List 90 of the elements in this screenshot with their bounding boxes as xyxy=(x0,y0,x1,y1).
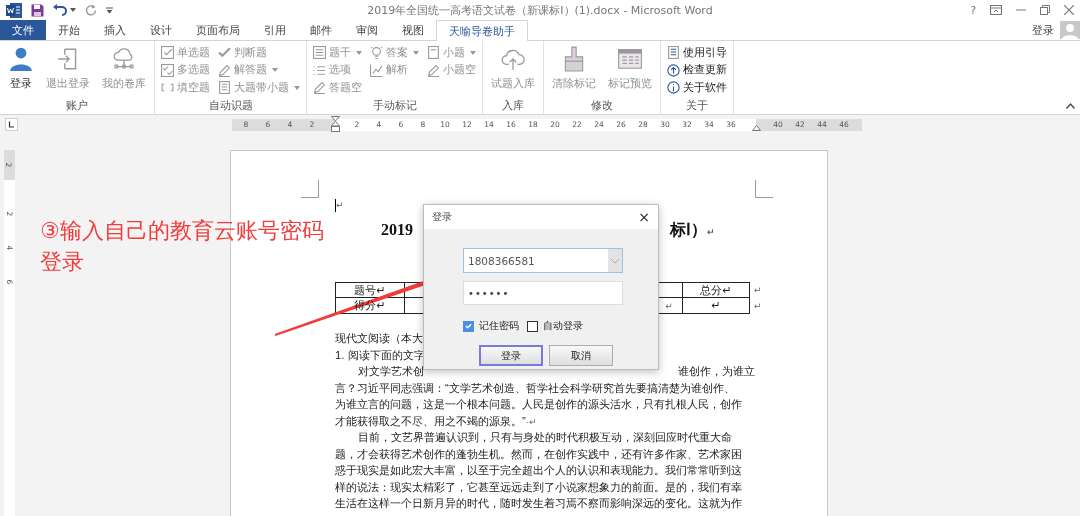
text-line: 样的说法：现实太精彩了，它甚至远远走到了小说家想象力的前面。是的，我们有幸 xyxy=(335,480,742,493)
paragraph-mark: ↵ xyxy=(707,226,715,237)
annotation-text: ③输入自己的教育云账号密码登录 xyxy=(40,217,325,276)
group-label: 账户 xyxy=(65,99,89,113)
paragraph-mark: ↵ xyxy=(754,285,762,295)
list-icon xyxy=(313,63,326,77)
ribbon-button[interactable]: 使用引导 xyxy=(667,44,727,62)
group-label: 手动标记 xyxy=(371,99,418,113)
sign-in-link[interactable]: 登录 xyxy=(1026,20,1060,40)
cloud-icon xyxy=(111,46,137,72)
text-line: 为谁立言的问题，这是一个根本问题。人民是创作的源头活水，只有扎根人民，创作 xyxy=(335,398,742,410)
table-icon xyxy=(617,46,643,72)
checkbox-label: 自动登录 xyxy=(543,319,583,333)
corner-mark xyxy=(301,180,319,198)
save-icon[interactable] xyxy=(31,3,44,17)
text-line: 才能获得取之不尽、用之不竭的源泉。” xyxy=(335,414,526,427)
close-button[interactable]: × xyxy=(638,209,650,225)
up-arrow-circle-icon xyxy=(667,63,680,77)
check-icon xyxy=(218,46,231,60)
help-button[interactable]: ? xyxy=(970,3,976,17)
corner-mark xyxy=(755,180,773,198)
list-icon xyxy=(313,46,326,60)
ribbon-button[interactable]: 关于软件 xyxy=(667,79,727,97)
checkbox-icon xyxy=(161,46,174,60)
ribbon-tab[interactable]: 审阅 xyxy=(344,20,390,40)
lightbulb-icon xyxy=(370,46,383,60)
collapse-ribbon-icon[interactable] xyxy=(1066,103,1075,109)
paragraph-mark: ↵ xyxy=(336,200,344,210)
ribbon-tab[interactable]: 开始 xyxy=(46,20,92,40)
pencil-icon xyxy=(427,63,440,77)
checkboxes-icon xyxy=(161,63,174,77)
title-fragment: 标Ⅰ） xyxy=(670,220,707,238)
ribbon-tab[interactable]: 插入 xyxy=(92,20,138,40)
text-line: 生活在这样一个日新月异的时代，随时发生着习焉不察而影响深远的变化。这就为作 xyxy=(335,497,742,509)
ribbon-tab[interactable]: 页面布局 xyxy=(184,20,252,40)
chart-icon xyxy=(370,63,383,77)
info-icon xyxy=(667,81,680,95)
text-line: 目前，文艺界普遍认识到，只有与身处的时代积极互动，深刻回应时代重大命 xyxy=(357,431,732,443)
dialog-button[interactable]: 登录 xyxy=(479,345,543,366)
window-title: 2019年全国统一高考语文试卷（新课标Ⅰ）(1).docx - Microsoft Word xyxy=(366,2,714,18)
table-cell: 总分↵ xyxy=(700,282,732,298)
ribbon-tab[interactable]: 文件 xyxy=(0,20,46,40)
paragraph-mark: ·↵ xyxy=(525,416,537,427)
text-cursor xyxy=(335,198,336,212)
paragraph-mark: ↵ xyxy=(754,301,762,311)
ribbon-button[interactable]: 登录 xyxy=(6,43,36,91)
undo-icon[interactable] xyxy=(53,4,67,16)
group-label: 关于 xyxy=(685,99,709,113)
redo-icon[interactable] xyxy=(85,4,97,16)
text-line: 惑于现实是如此宏大丰富，以至于完全超出个人的认识和表现能力。我们常常听到这 xyxy=(335,464,742,476)
account-combo-box[interactable]: 1808366581 xyxy=(463,248,623,273)
title-fragment: 2019 xyxy=(381,221,413,239)
text-line: 对文学艺术创 xyxy=(357,365,424,377)
tab-stop-icon[interactable] xyxy=(5,118,18,131)
table-cell: ↵ xyxy=(711,299,721,312)
pencil-icon xyxy=(218,63,231,77)
ribbon-tab[interactable]: 邮件 xyxy=(298,20,344,40)
document-icon xyxy=(667,46,680,60)
ribbon-tab[interactable]: 引用 xyxy=(252,20,298,40)
group-label: 自动识题 xyxy=(207,99,254,113)
page-icon xyxy=(427,46,440,60)
table-cell: ↵ xyxy=(665,300,673,311)
text-line: 言？习近平同志强调：“文学艺术创造、哲学社会科学研究首先要搞清楚为谁创作、 xyxy=(335,381,735,394)
ribbon-tab[interactable]: 天喻导卷助手 xyxy=(436,20,528,41)
customize-icon[interactable] xyxy=(106,6,113,14)
word-logo-icon[interactable] xyxy=(6,2,22,18)
restore-icon[interactable] xyxy=(1040,5,1050,15)
ribbon-display-icon[interactable] xyxy=(990,5,1002,15)
indent-marker-icon[interactable] xyxy=(752,124,761,131)
ribbon-tab[interactable]: 设计 xyxy=(138,20,184,40)
group-label: 修改 xyxy=(590,99,614,113)
checkbox[interactable] xyxy=(463,320,474,332)
table-cell: 题号↵ xyxy=(354,282,386,298)
dialog-button[interactable]: 取消 xyxy=(549,345,613,366)
user-icon xyxy=(8,46,34,72)
document-icon xyxy=(218,81,231,95)
dialog-title: 登录 xyxy=(432,210,452,224)
password-field[interactable]: •••••• xyxy=(463,281,623,305)
group-label: 入库 xyxy=(501,99,525,113)
text-line: 谁创作，为谁立 xyxy=(678,364,755,379)
close-icon[interactable] xyxy=(1064,5,1074,15)
indent-marker-icon[interactable] xyxy=(331,115,340,132)
text-line: 现代文阅读（本大 xyxy=(335,332,423,344)
pencil-icon xyxy=(313,81,326,95)
checkbox[interactable] xyxy=(527,320,538,332)
text-line: 题，才会获得艺术创作的蓬勃生机。然而，在创作实践中，还有许多作家、艺术家困 xyxy=(335,447,742,460)
ribbon-tab[interactable]: 视图 xyxy=(390,20,436,40)
caret-icon[interactable] xyxy=(70,8,76,12)
ribbon-button[interactable]: 检查更新 xyxy=(667,61,727,79)
checkbox-label: 记住密码 xyxy=(479,319,519,333)
